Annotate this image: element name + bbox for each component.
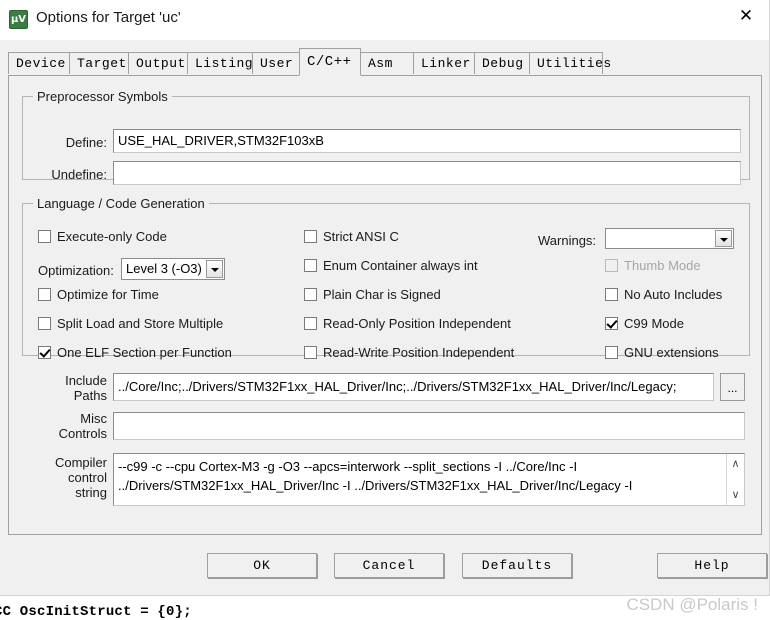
compiler-string-scrollbar[interactable]: ∧ ∨	[726, 454, 744, 505]
close-icon[interactable]: ✕	[723, 0, 769, 32]
include-paths-input[interactable]: ../Core/Inc;../Drivers/STM32F1xx_HAL_Dri…	[113, 373, 714, 401]
scroll-up-icon[interactable]: ∧	[727, 456, 744, 472]
compiler-label-line1: Compiler	[54, 455, 107, 470]
tab-asm[interactable]: Asm	[360, 52, 414, 74]
tab-linker[interactable]: Linker	[413, 52, 475, 74]
compiler-label-line2: control	[67, 470, 107, 485]
keil-uvision-icon-glyph: µV	[10, 14, 27, 25]
optimization-label: Optimization:	[38, 263, 114, 278]
checkbox-box	[605, 317, 618, 330]
undefine-label: Undefine:	[51, 167, 107, 182]
checkbox-label: Enum Container always int	[323, 258, 478, 273]
language-code-generation-title: Language / Code Generation	[33, 196, 209, 211]
tab-debug[interactable]: Debug	[474, 52, 530, 74]
checkbox-box	[38, 346, 51, 359]
undefine-input[interactable]	[113, 161, 741, 185]
checkbox-box	[304, 230, 317, 243]
warnings-label: Warnings:	[538, 233, 597, 248]
include-paths-browse-button[interactable]: ...	[720, 373, 745, 401]
tab-panel-cpp: Preprocessor Symbols Define: USE_HAL_DRI…	[8, 75, 762, 535]
compiler-control-string-textarea[interactable]: --c99 -c --cpu Cortex-M3 -g -O3 --apcs=i…	[113, 453, 745, 506]
compiler-control-string-label: Compiler control string	[23, 455, 107, 500]
options-for-target-dialog: µV Options for Target 'uc' ✕ Device Targe…	[0, 0, 770, 596]
dialog-title: Options for Target 'uc'	[36, 9, 181, 26]
checkbox-box	[605, 346, 618, 359]
tab-utilities[interactable]: Utilities	[529, 52, 611, 74]
ok-button[interactable]: OK	[207, 553, 317, 578]
optimization-select[interactable]: Level 3 (-O3)	[121, 258, 225, 280]
checkbox-box	[304, 259, 317, 272]
tab-listing[interactable]: Listing	[187, 52, 253, 74]
checkbox-label: Thumb Mode	[624, 258, 701, 273]
misc-controls-input[interactable]	[113, 412, 745, 440]
warnings-select[interactable]	[605, 228, 734, 249]
checkbox-label: Read-Only Position Independent	[323, 316, 511, 331]
checkbox-label: Optimize for Time	[57, 287, 159, 302]
keil-uvision-icon: µV	[9, 10, 28, 29]
tab-bar: Device Target Output Listing User C/C++ Asm Lin…	[8, 48, 762, 76]
checkbox-box	[605, 288, 618, 301]
include-paths-label-line1: Include	[65, 373, 107, 388]
include-paths-label: Include Paths	[23, 373, 107, 403]
chevron-down-icon[interactable]	[206, 260, 223, 278]
misc-controls-label: Misc Controls	[23, 411, 107, 441]
checkbox-label: One ELF Section per Function	[57, 345, 232, 360]
checkbox-box	[304, 317, 317, 330]
compiler-label-line3: string	[75, 485, 107, 500]
background-code-line: CC OscInitStruct = {0};	[0, 604, 192, 620]
scroll-down-icon[interactable]: ∨	[727, 487, 744, 503]
checkbox-label: Execute-only Code	[57, 229, 167, 244]
checkbox-label: GNU extensions	[624, 345, 719, 360]
define-input[interactable]: USE_HAL_DRIVER,STM32F103xB	[113, 129, 741, 153]
cancel-button[interactable]: Cancel	[334, 553, 444, 578]
checkbox-box	[38, 288, 51, 301]
checkbox-label: Split Load and Store Multiple	[57, 316, 224, 331]
csdn-watermark: CSDN @Polaris !	[626, 595, 758, 614]
tab-target[interactable]: Target	[69, 52, 129, 74]
preprocessor-symbols-title: Preprocessor Symbols	[33, 89, 172, 104]
checkbox-box	[605, 259, 618, 272]
checkbox-box	[304, 346, 317, 359]
checkbox-box	[38, 317, 51, 330]
misc-controls-label-line1: Misc	[80, 411, 107, 426]
checkbox-box	[304, 288, 317, 301]
help-button[interactable]: Help	[657, 553, 767, 578]
tab-device[interactable]: Device	[8, 52, 70, 74]
checkbox-box	[38, 230, 51, 243]
checkbox-label: C99 Mode	[624, 316, 684, 331]
tab-output[interactable]: Output	[128, 52, 188, 74]
defaults-button[interactable]: Defaults	[462, 553, 572, 578]
tab-c-c[interactable]: C/C++	[299, 48, 361, 76]
optimization-value: Level 3 (-O3)	[126, 261, 202, 276]
include-paths-label-line2: Paths	[73, 388, 107, 403]
checkbox-label: Read-Write Position Independent	[323, 345, 515, 360]
compiler-control-string-value: --c99 -c --cpu Cortex-M3 -g -O3 --apcs=i…	[118, 459, 633, 493]
dialog-titlebar: µV Options for Target 'uc' ✕	[0, 0, 769, 40]
tab-user[interactable]: User	[252, 52, 300, 74]
define-label: Define:	[65, 135, 107, 150]
misc-controls-label-line2: Controls	[58, 426, 107, 441]
checkbox-label: No Auto Includes	[624, 287, 723, 302]
checkbox-label: Plain Char is Signed	[323, 287, 441, 302]
chevron-down-icon[interactable]	[715, 230, 732, 247]
checkbox-label: Strict ANSI C	[323, 229, 399, 244]
